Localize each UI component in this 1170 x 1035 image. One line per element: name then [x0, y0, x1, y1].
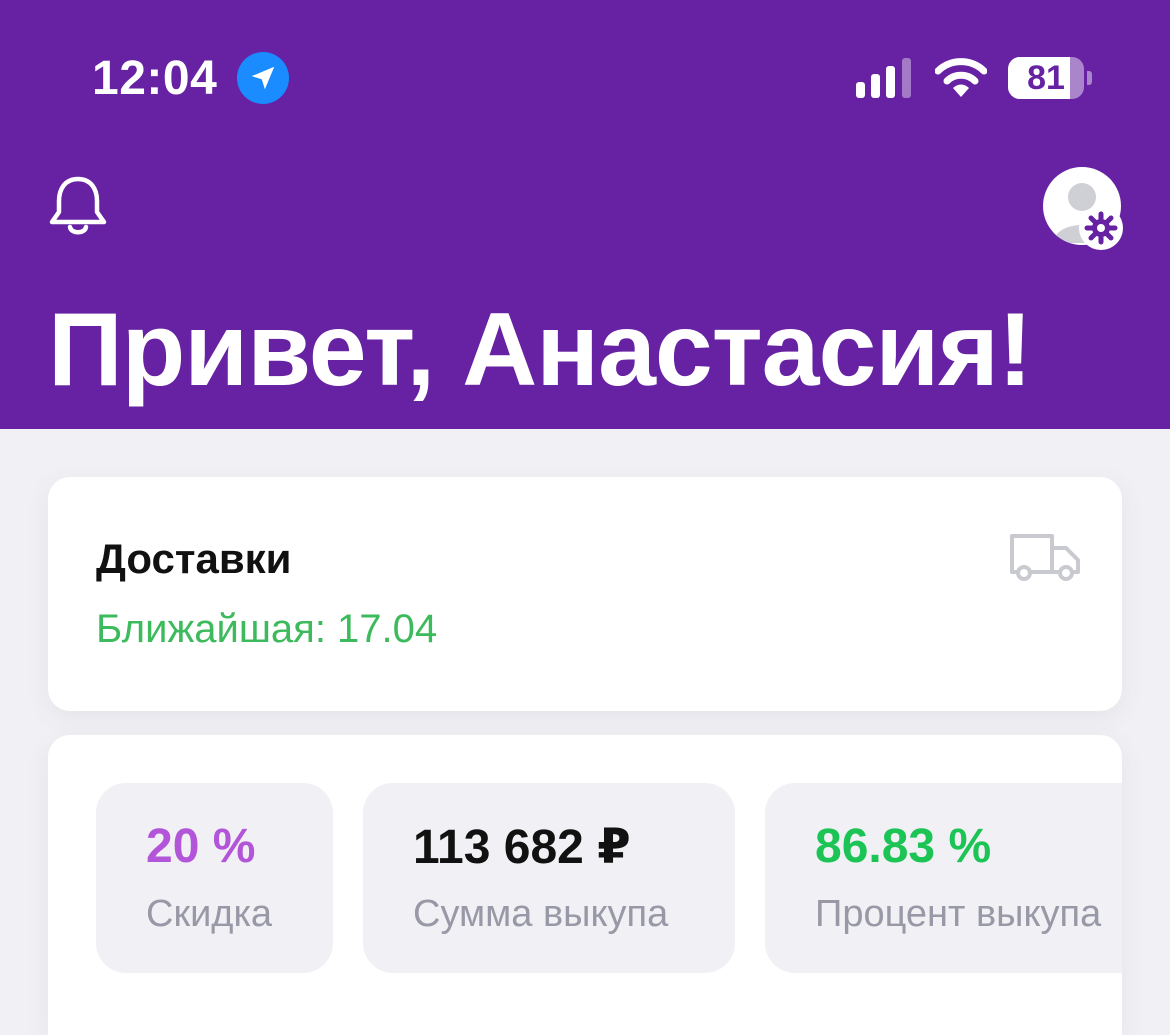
status-time: 12:04 — [92, 51, 218, 105]
stat-discount[interactable]: 20 % Скидка — [96, 783, 333, 973]
stat-value: 113 682 ₽ — [413, 821, 631, 874]
stat-label: Процент выкупа — [815, 893, 1102, 935]
stat-label: Сумма выкупа — [413, 893, 669, 935]
header: 12:04 81 Привет, Анастасия! — [0, 0, 1170, 429]
stats-card: 20 % Скидка 113 682 ₽ Сумма выкупа 86.83… — [48, 735, 1122, 1035]
stat-purchase-percent[interactable]: 86.83 % Процент выкупа — [765, 783, 1122, 973]
battery-icon: 81 — [1008, 57, 1092, 99]
deliveries-title: Доставки — [96, 535, 292, 582]
stat-purchase-sum[interactable]: 113 682 ₽ Сумма выкупа — [363, 783, 735, 973]
location-arrow-icon — [237, 52, 289, 104]
nearest-delivery: Ближайшая: 17.04 — [96, 607, 438, 651]
signal-icon — [856, 58, 911, 98]
battery-level: 81 — [1027, 58, 1065, 97]
stat-label: Скидка — [146, 893, 273, 935]
bell-icon[interactable] — [44, 174, 112, 238]
greeting-title: Привет, Анастасия! — [48, 292, 1033, 408]
gear-icon[interactable] — [1078, 205, 1124, 251]
deliveries-card[interactable]: Доставки Ближайшая: 17.04 — [48, 477, 1122, 711]
truck-icon — [1010, 534, 1080, 581]
stat-value: 20 % — [146, 820, 256, 873]
stat-value: 86.83 % — [815, 820, 992, 873]
wifi-icon — [935, 58, 987, 97]
